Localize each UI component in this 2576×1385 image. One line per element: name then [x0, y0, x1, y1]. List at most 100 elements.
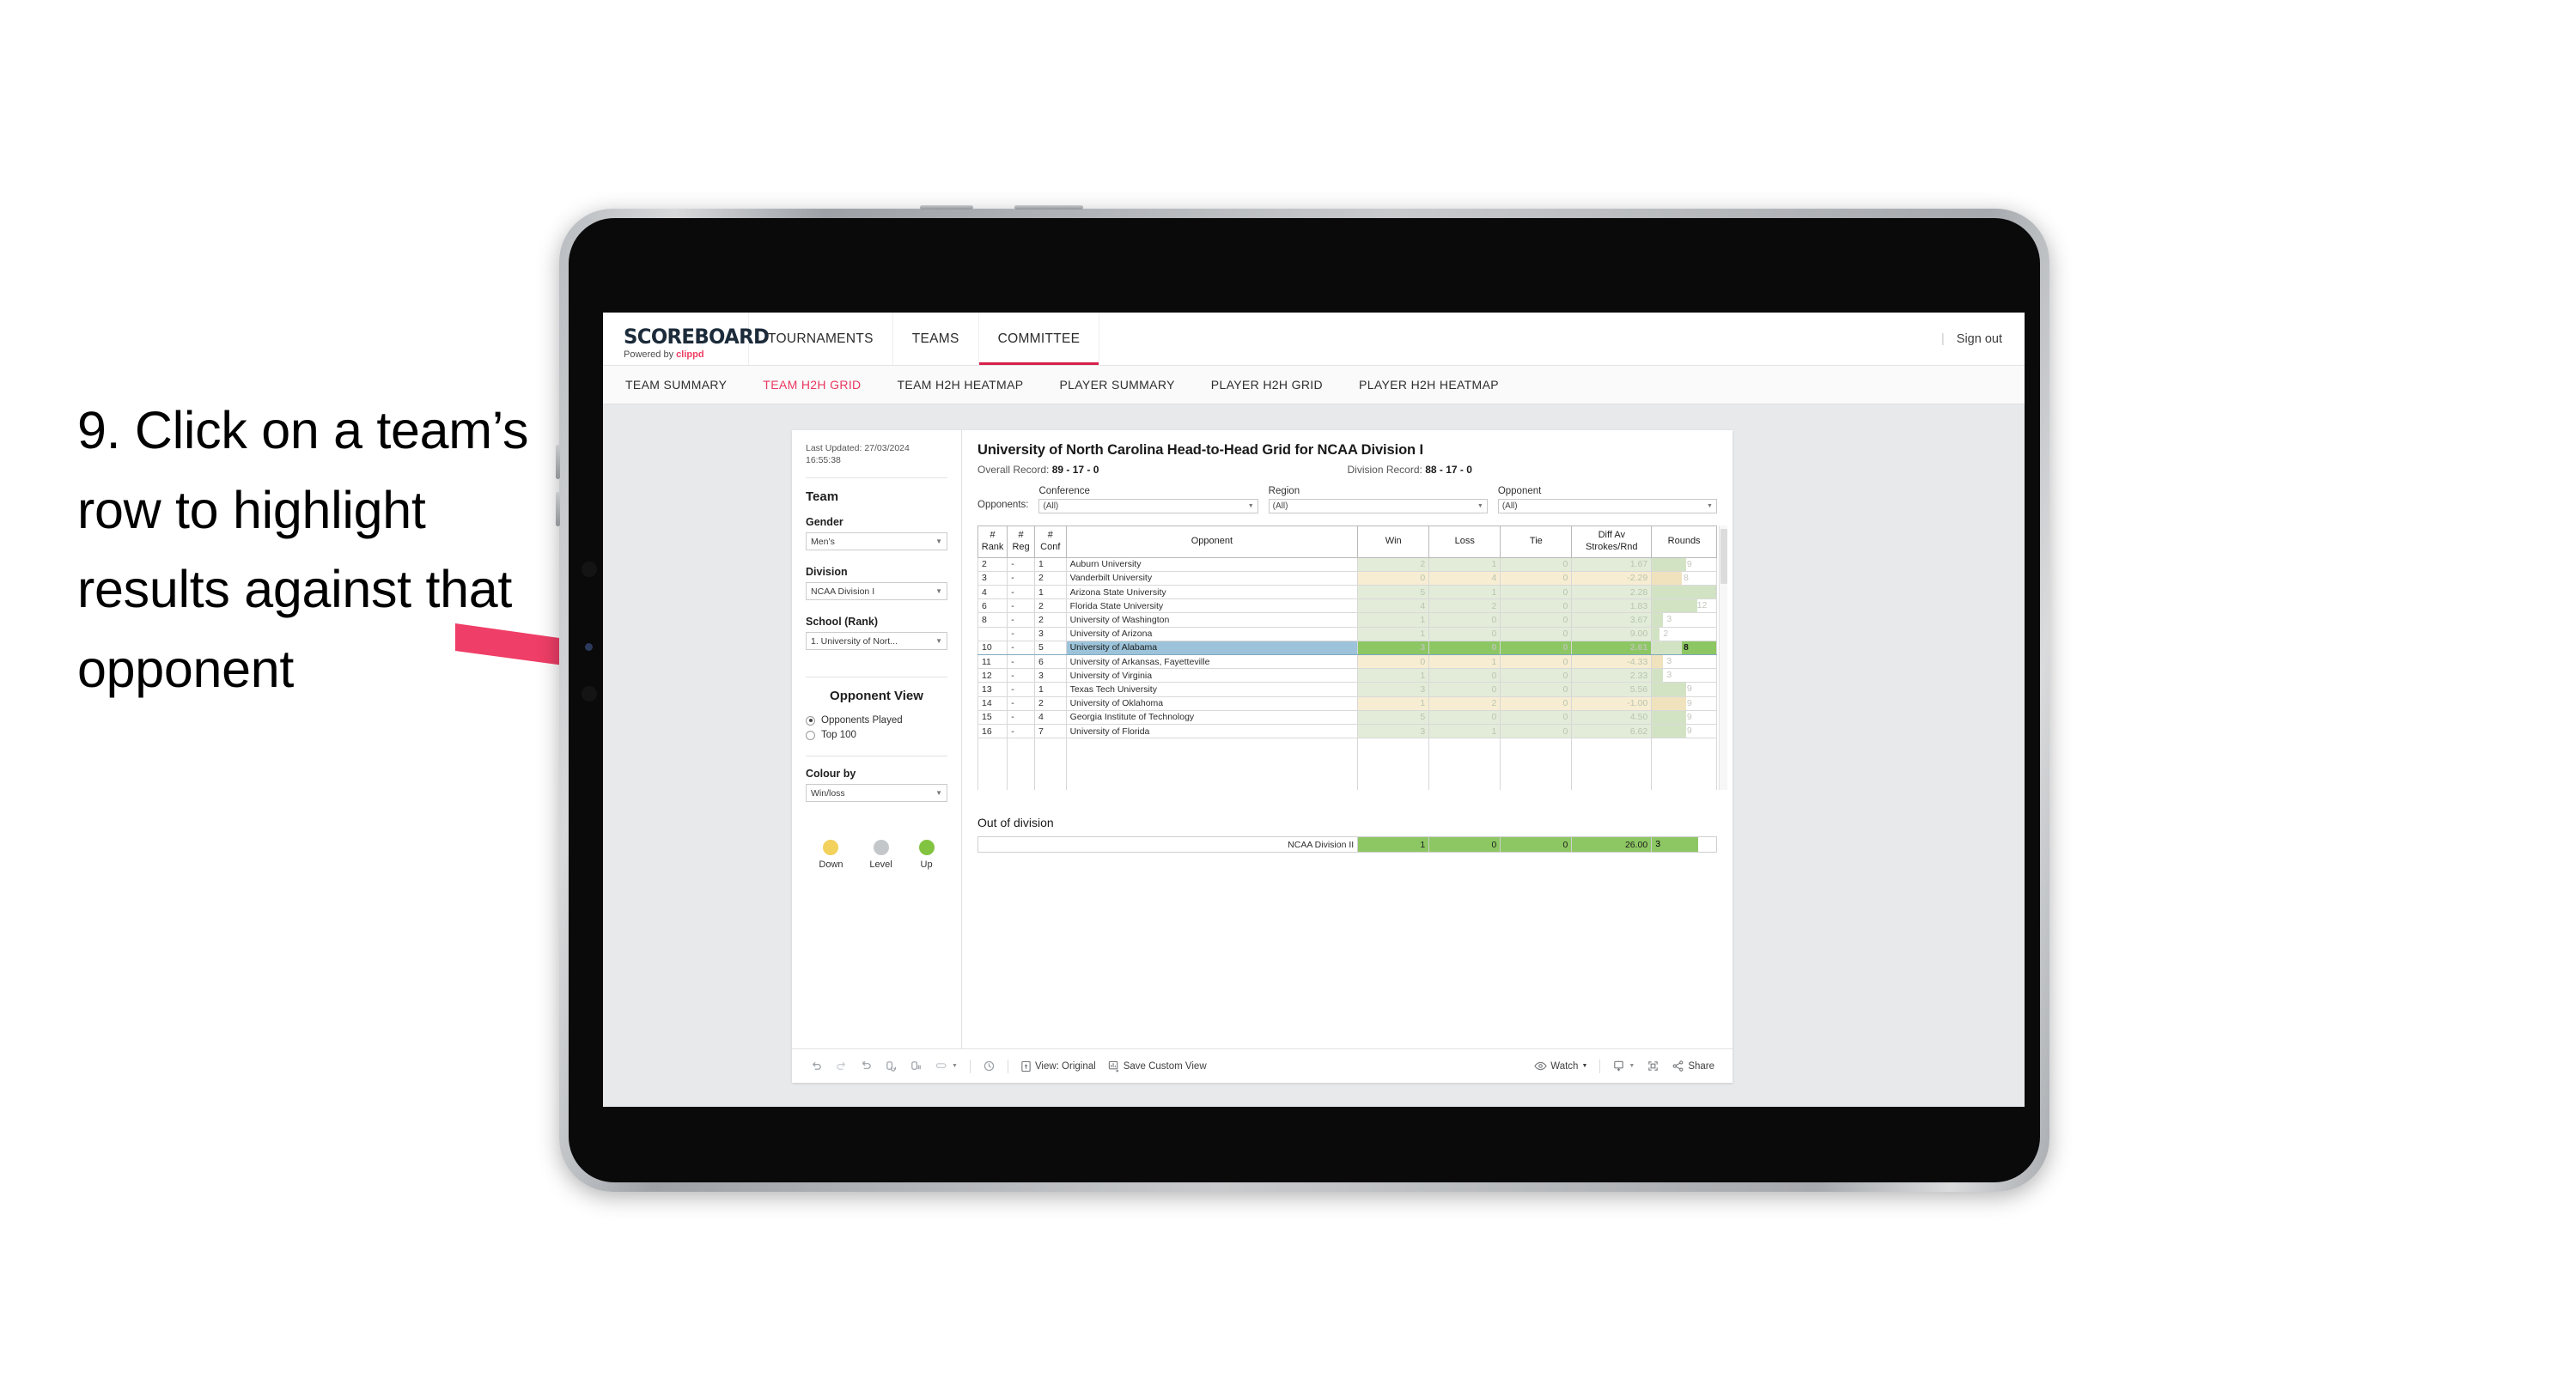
cell-reg: -	[1007, 612, 1035, 628]
radio-opponents-played[interactable]: Opponents Played	[806, 715, 947, 726]
table-row[interactable]: -3 University of Arizona 1 0 0 9.00 2	[977, 627, 1717, 641]
table-row[interactable]: 3-2 Vanderbilt University 0 4 0 -2.29 8	[977, 571, 1717, 586]
rounds-bar	[1652, 585, 1716, 598]
app-viewport: SCOREBOARD Powered by clippd TOURNAMENTS…	[603, 313, 2025, 1107]
filters-sidebar: Last Updated: 27/03/2024 16:55:38 Team G…	[792, 430, 962, 1048]
swap-axes-icon[interactable]: ▼	[929, 1049, 964, 1083]
table-row[interactable]: 8-2 University of Washington 1 0 0 3.67 3	[977, 612, 1717, 628]
cell-win: 3	[1357, 682, 1430, 697]
power-button[interactable]	[920, 205, 973, 210]
nav-tab-teams[interactable]: TEAMS	[893, 313, 979, 365]
table-row[interactable]: 10-5 University of Alabama 3 0 0 2.61 8	[977, 641, 1717, 655]
table-row[interactable]: 11-6 University of Arkansas, Fayetteville…	[977, 654, 1717, 670]
table-row[interactable]: 12-3 University of Virginia 1 0 0 2.33 3	[977, 668, 1717, 683]
radio-top-100[interactable]: Top 100	[806, 730, 947, 740]
out-of-division-row[interactable]: NCAA Division II 1 0 0 26.00 3	[977, 836, 1717, 853]
watch-button[interactable]: Watch ▼	[1528, 1049, 1593, 1083]
revert-icon[interactable]	[854, 1049, 879, 1083]
pause-refresh-icon[interactable]	[904, 1049, 929, 1083]
cell-empty	[1357, 750, 1430, 765]
cell-empty	[1651, 777, 1717, 791]
volume-up-button[interactable]	[556, 445, 560, 479]
save-custom-view-button[interactable]: Save Custom View	[1102, 1049, 1213, 1083]
rounds-value: 3	[1666, 655, 1672, 666]
chevron-down-icon: ▼	[935, 789, 942, 798]
cell-diff: -1.00	[1571, 696, 1653, 711]
gender-select[interactable]: Men’s ▼	[806, 532, 947, 551]
fullscreen-icon[interactable]	[1641, 1049, 1666, 1083]
refresh-data-icon[interactable]	[879, 1049, 904, 1083]
out-of-division-rounds: 3	[1651, 836, 1717, 853]
nav-tab-tournaments[interactable]: TOURNAMENTS	[749, 313, 893, 365]
chevron-down-icon: ▼	[1247, 503, 1254, 509]
cell-conf: 7	[1033, 724, 1067, 739]
cell-opponent: Auburn University	[1065, 557, 1359, 572]
cell-opponent: University of Oklahoma	[1065, 696, 1359, 711]
col-diff-label: Diff Av Strokes/Rnd	[1586, 530, 1638, 552]
share-button[interactable]: Share	[1666, 1049, 1720, 1083]
subnav-team-h2h-heatmap[interactable]: TEAM H2H HEATMAP	[898, 378, 1024, 392]
colour-by-select[interactable]: Win/loss ▼	[806, 784, 947, 803]
filter-opponent-select[interactable]: (All) ▼	[1497, 499, 1717, 513]
cell-conf: 6	[1033, 654, 1067, 670]
view-original-button[interactable]: View: Original	[1014, 1049, 1102, 1083]
table-row[interactable]: 2-1 Auburn University 2 1 0 1.67 9	[977, 557, 1717, 572]
legend-label-up: Up	[920, 860, 933, 871]
cell-tie: 0	[1500, 557, 1573, 572]
cell-reg: -	[1007, 710, 1035, 725]
col-opponent[interactable]: Opponent	[1065, 525, 1359, 558]
sub-navigation-bar: TEAM SUMMARY TEAM H2H GRID TEAM H2H HEAT…	[603, 366, 2025, 404]
cell-opponent: Arizona State University	[1065, 585, 1359, 600]
cell-empty	[1033, 764, 1067, 778]
download-icon[interactable]: ▼	[1606, 1049, 1641, 1083]
col-tie[interactable]: Tie	[1500, 525, 1573, 558]
subnav-player-h2h-heatmap[interactable]: PLAYER H2H HEATMAP	[1359, 378, 1499, 392]
last-updated-text: Last Updated: 27/03/2024 16:55:38	[806, 442, 947, 466]
overall-record-value: 89 - 17 - 0	[1051, 464, 1099, 476]
radio-label-top-100: Top 100	[821, 730, 856, 741]
table-row[interactable]: 14-2 University of Oklahoma 1 2 0 -1.00 9	[977, 696, 1717, 711]
pause-auto-update-icon[interactable]	[977, 1049, 1002, 1083]
scrollbar-thumb[interactable]	[1720, 529, 1727, 584]
subnav-team-summary[interactable]: TEAM SUMMARY	[625, 378, 727, 392]
table-vertical-scrollbar[interactable]	[1719, 525, 1727, 791]
sign-out-link[interactable]: Sign out	[1957, 332, 2002, 346]
volume-down-button[interactable]	[556, 492, 560, 526]
subnav-team-h2h-grid[interactable]: TEAM H2H GRID	[763, 378, 861, 392]
rounds-value: 12	[1696, 600, 1708, 611]
col-win[interactable]: Win	[1357, 525, 1430, 558]
col-opponent-label: Opponent	[1191, 535, 1233, 546]
brand-logo[interactable]: SCOREBOARD Powered by clippd	[603, 313, 770, 365]
table-row[interactable]: 6-2 Florida State University 4 2 0 1.83 12	[977, 598, 1717, 614]
cell-opponent: University of Arizona	[1065, 627, 1359, 641]
chevron-down-icon: ▼	[935, 538, 942, 546]
cell-rank: 8	[977, 612, 1008, 628]
cell-conf: 4	[1033, 710, 1067, 725]
camera-dot-upper	[582, 562, 597, 577]
col-rank[interactable]: # Rank	[977, 525, 1008, 558]
division-select[interactable]: NCAA Division I ▼	[806, 582, 947, 601]
filter-conference-select[interactable]: (All) ▼	[1038, 499, 1258, 513]
table-row[interactable]: 13-1 Texas Tech University 3 0 0 5.56 9	[977, 682, 1717, 697]
filter-region-select[interactable]: (All) ▼	[1268, 499, 1488, 513]
table-row[interactable]: 4-1Arizona State University5102.2817	[977, 585, 1717, 600]
undo-icon[interactable]	[804, 1049, 829, 1083]
col-rounds[interactable]: Rounds	[1651, 525, 1717, 558]
cell-reg: -	[1007, 696, 1035, 711]
cell-rounds: 9	[1651, 682, 1717, 697]
col-diff[interactable]: Diff Av Strokes/Rnd	[1571, 525, 1653, 558]
subnav-player-summary[interactable]: PLAYER SUMMARY	[1059, 378, 1174, 392]
col-reg[interactable]: # Reg	[1007, 525, 1035, 558]
dashboard-sheet: Last Updated: 27/03/2024 16:55:38 Team G…	[792, 430, 1733, 1083]
cell-rounds: 3	[1651, 668, 1717, 683]
col-loss[interactable]: Loss	[1428, 525, 1501, 558]
rounds-value: 17	[1710, 586, 1715, 597]
cell-diff: 2.61	[1571, 641, 1653, 655]
table-row[interactable]: 15-4 Georgia Institute of Technology 5 0 0 4.…	[977, 710, 1717, 725]
col-conf[interactable]: # Conf	[1033, 525, 1067, 558]
subnav-player-h2h-grid[interactable]: PLAYER H2H GRID	[1211, 378, 1323, 392]
table-row[interactable]: 16-7 University of Florida 3 1 0 6.62 9	[977, 724, 1717, 739]
school-select[interactable]: 1. University of Nort... ▼	[806, 632, 947, 651]
redo-icon[interactable]	[829, 1049, 854, 1083]
nav-tab-committee[interactable]: COMMITTEE	[978, 313, 1100, 365]
